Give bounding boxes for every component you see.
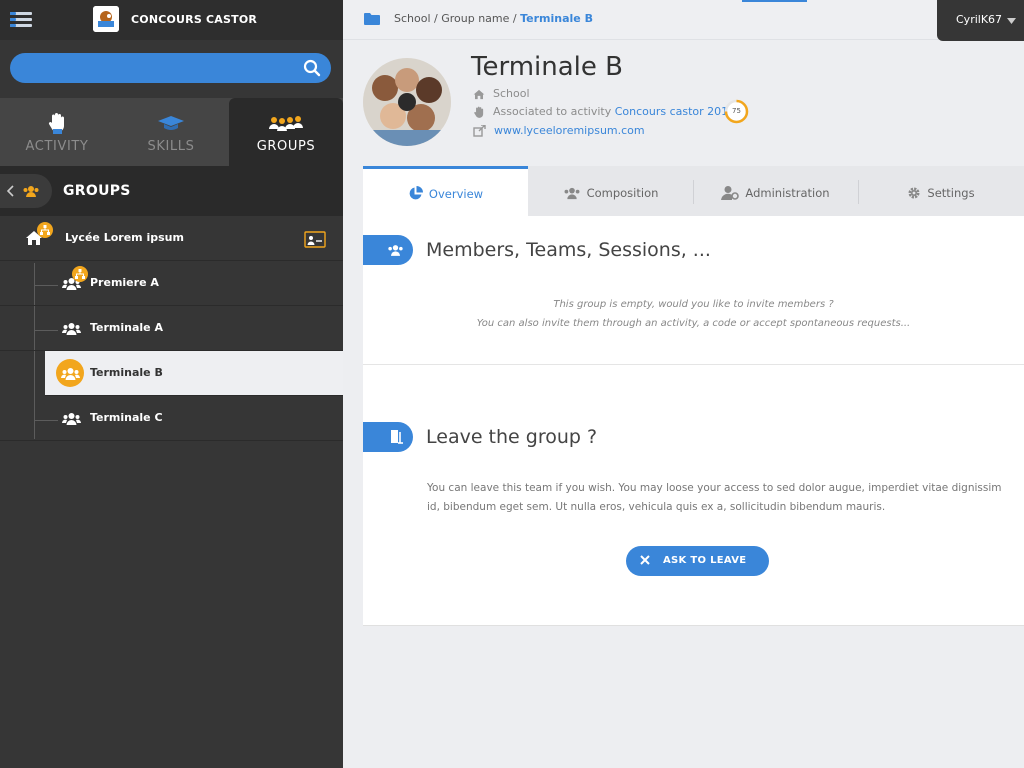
- search-input[interactable]: [10, 53, 290, 83]
- selected-indicator: [56, 359, 84, 387]
- tree-item-label: Terminale C: [90, 411, 163, 424]
- sidebar-tab-activity[interactable]: ACTIVITY: [0, 98, 114, 166]
- users-icon: [564, 187, 580, 199]
- hand-icon: [48, 113, 64, 134]
- sidebar: CONCOURS CASTOR ACTIVITY SKILLS GROUPS G…: [0, 0, 343, 768]
- score-gauge: 75: [724, 99, 749, 124]
- org-badge: [72, 266, 88, 282]
- breadcrumb-current: Terminale B: [520, 12, 593, 25]
- tab-composition[interactable]: Composition: [528, 166, 693, 216]
- back-button[interactable]: [0, 174, 52, 208]
- tree-item-terminale-a[interactable]: Terminale A: [0, 306, 343, 351]
- group-avatar: [363, 58, 451, 146]
- tree-item-label: Premiere A: [90, 276, 159, 289]
- chevron-left-icon: [7, 185, 14, 197]
- user-cog-icon: [721, 186, 740, 200]
- users-icon: [388, 245, 403, 256]
- tree-item-lycee[interactable]: Lycée Lorem ipsum: [0, 216, 343, 261]
- users-icon: [61, 368, 80, 380]
- tree-item-terminale-b[interactable]: Terminale B: [45, 351, 343, 396]
- leave-section-badge: [363, 422, 413, 452]
- group-title: Terminale B: [471, 52, 623, 82]
- sidebar-tab-label: SKILLS: [147, 139, 195, 154]
- groups-header: GROUPS: [0, 166, 343, 216]
- activity-link[interactable]: Concours castor 2018: [615, 105, 735, 118]
- members-title: Members, Teams, Sessions, ...: [426, 239, 711, 261]
- group-type: School: [473, 87, 530, 100]
- section-divider: [363, 364, 1024, 365]
- hand-icon: [474, 106, 484, 118]
- sidebar-tabs: ACTIVITY SKILLS GROUPS: [0, 98, 343, 166]
- leave-description: You can leave this team if you wish. You…: [427, 482, 1002, 513]
- graduation-cap-icon: [158, 116, 184, 130]
- empty-message: This group is empty, would you like to i…: [553, 299, 834, 310]
- tree-item-label: Lycée Lorem ipsum: [65, 231, 184, 244]
- menu-icon[interactable]: [10, 10, 32, 30]
- breadcrumb: School / Group name / Terminale B: [394, 12, 593, 25]
- pie-chart-icon: [409, 186, 423, 200]
- sidebar-topbar: CONCOURS CASTOR: [0, 0, 343, 40]
- tree-item-label: Terminale B: [90, 366, 163, 379]
- score-value: 75: [732, 107, 741, 115]
- users-icon: [23, 186, 39, 197]
- users-icon: [62, 323, 81, 335]
- tab-overview[interactable]: Overview: [363, 166, 528, 216]
- search-bar: [10, 53, 331, 83]
- user-name: CyrilK67: [956, 13, 1003, 26]
- tab-label: Overview: [428, 187, 484, 201]
- ask-to-leave-button[interactable]: ASK TO LEAVE: [626, 546, 769, 576]
- members-section-badge: [363, 235, 413, 265]
- group-type-label: School: [493, 87, 530, 100]
- users-icon: [62, 413, 81, 425]
- tree-item-terminale-c[interactable]: Terminale C: [0, 396, 343, 441]
- caret-down-icon: [1007, 18, 1016, 24]
- user-menu[interactable]: CyrilK67: [937, 0, 1024, 41]
- sidebar-tab-label: GROUPS: [256, 139, 316, 154]
- overview-panel: Members, Teams, Sessions, ... This group…: [363, 216, 1024, 626]
- classroom-icon[interactable]: [304, 231, 326, 248]
- group-activity: Associated to activity Concours castor 2…: [473, 105, 735, 119]
- group-website: www.lyceeloremipsum.com: [473, 124, 645, 137]
- sidebar-tab-label: ACTIVITY: [25, 139, 89, 154]
- tree-item-premiere-a[interactable]: Premiere A: [0, 261, 343, 306]
- tab-label: Composition: [586, 186, 659, 200]
- gear-icon: [908, 187, 920, 198]
- hierarchy-icon: [40, 225, 50, 235]
- main-tabs: Overview Composition Administration Sett…: [363, 166, 1024, 216]
- groups-title: GROUPS: [63, 183, 131, 199]
- website-link[interactable]: www.lyceeloremipsum.com: [494, 124, 645, 137]
- activity-prefix: Associated to activity: [493, 105, 612, 118]
- tab-label: Administration: [745, 186, 830, 200]
- hierarchy-icon: [75, 269, 85, 279]
- close-icon: [640, 555, 650, 565]
- sidebar-tab-groups[interactable]: GROUPS: [229, 98, 343, 166]
- tab-administration[interactable]: Administration: [693, 166, 858, 216]
- folder-icon: [364, 13, 380, 25]
- home-icon: [473, 89, 485, 99]
- external-link-icon: [473, 124, 486, 137]
- search-icon[interactable]: [303, 59, 321, 77]
- org-badge: [37, 222, 53, 238]
- tab-settings[interactable]: Settings: [858, 166, 1024, 216]
- top-accent: [742, 0, 807, 2]
- people-group-icon: [269, 116, 303, 131]
- app-logo: [93, 6, 119, 32]
- tree-item-label: Terminale A: [90, 321, 163, 334]
- empty-message-hint: You can also invite them through an acti…: [476, 318, 911, 329]
- tab-label: Settings: [927, 186, 975, 200]
- leave-title: Leave the group ?: [426, 426, 598, 448]
- breadcrumb-path[interactable]: School / Group name /: [394, 12, 517, 25]
- app-name: CONCOURS CASTOR: [131, 13, 258, 26]
- door-exit-icon: [391, 430, 403, 444]
- button-label: ASK TO LEAVE: [663, 555, 747, 566]
- sidebar-tab-skills[interactable]: SKILLS: [114, 98, 228, 166]
